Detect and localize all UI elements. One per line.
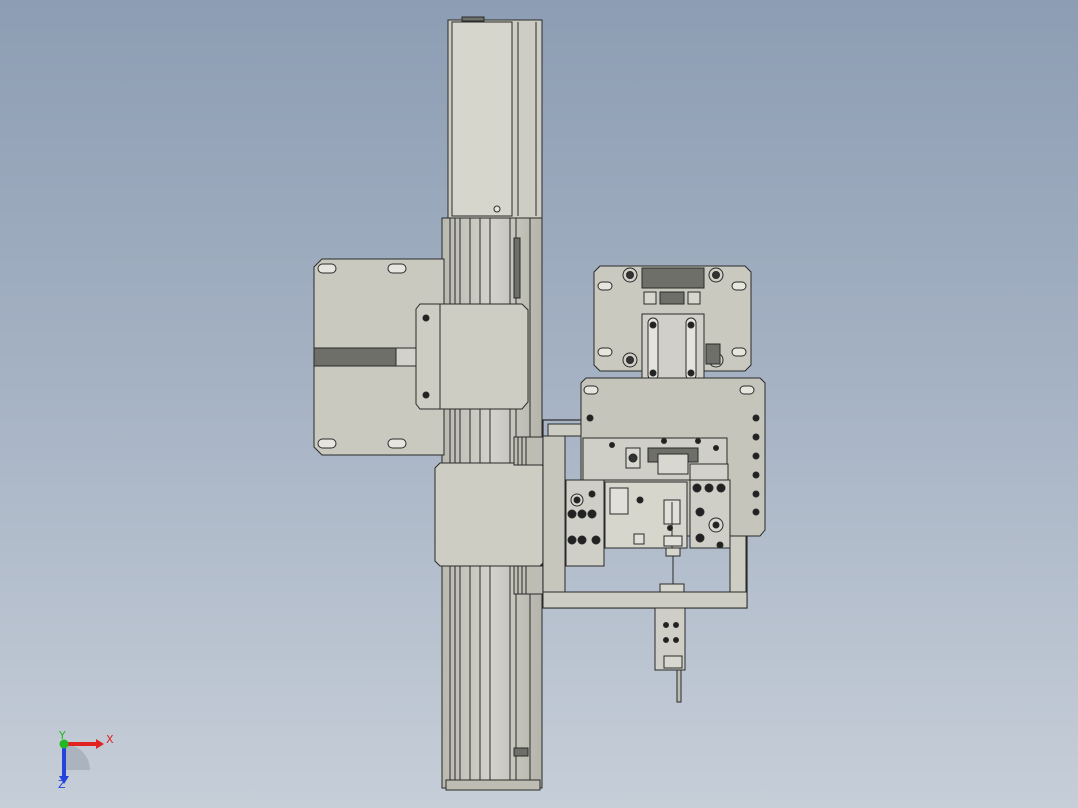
- lower-probe-tool[interactable]: [654, 547, 686, 703]
- y-axis-label: Y: [58, 729, 66, 742]
- gripper-mechanism[interactable]: [565, 437, 731, 567]
- assembly-model[interactable]: [0, 0, 1078, 808]
- x-axis-arrowhead: [96, 739, 104, 749]
- upper-carriage-block[interactable]: [415, 303, 529, 410]
- cad-graphics-viewport[interactable]: X Y Z: [0, 0, 1078, 808]
- triad-plane-shading: [64, 744, 90, 770]
- coordinate-triad: X Y Z: [58, 729, 114, 791]
- z-axis-label: Z: [58, 778, 66, 791]
- servo-motor-housing[interactable]: [447, 16, 543, 219]
- x-axis-label: X: [106, 733, 114, 746]
